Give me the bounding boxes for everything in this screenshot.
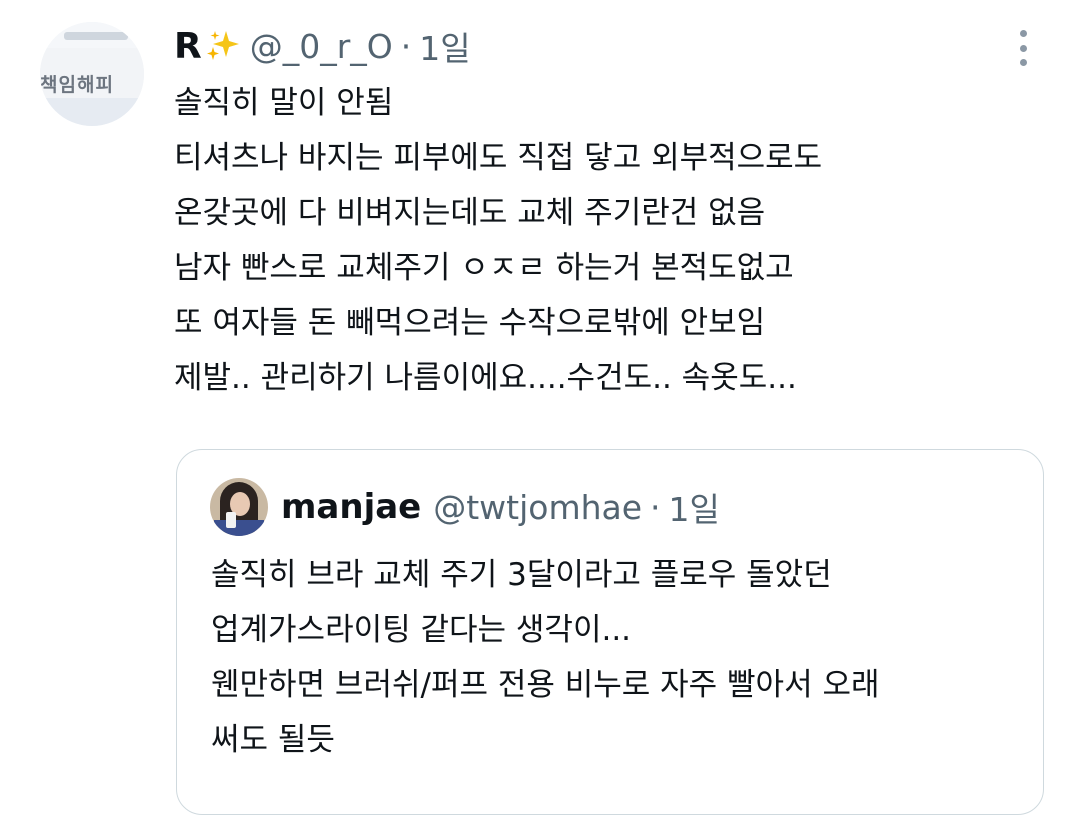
sparkles-icon [206, 31, 239, 60]
quoted-timestamp[interactable]: 1일 [669, 483, 720, 531]
separator-dot: · [400, 26, 412, 66]
quoted-tweet-card[interactable]: manjae @twtjomhae · 1일 솔직히 브라 교체 주기 3달이라… [176, 449, 1044, 815]
quoted-text-line: 솔직히 브라 교체 주기 3달이라고 플로우 돌았던 [211, 557, 832, 593]
quoted-avatar-shirt [214, 520, 264, 536]
tweet-header: R @_0_r_O · 1일 [174, 22, 471, 70]
tweet-text: 솔직히 말이 안됨 티셔츠나 바지는 피부에도 직접 닿고 외부적으로도 온갖곳… [174, 76, 1004, 406]
more-vertical-icon-dot [1019, 59, 1027, 66]
tweet-text-line: 온갖곳에 다 비벼지는데도 교체 주기란건 없음 [174, 195, 766, 231]
quoted-text-line: 업계가스라이팅 같다는 생각이... [211, 612, 632, 648]
quoted-text-line: 웬만하면 브러쉬/퍼프 전용 비누로 자주 빨아서 오래 [211, 667, 880, 703]
quoted-header: manjae @twtjomhae · 1일 [281, 484, 720, 530]
tweet-text-line: 남자 빤스로 교체주기 ㅇㅈㄹ 하는거 본적도없고 [174, 250, 794, 286]
more-vertical-icon-dot [1019, 44, 1027, 52]
tweet-text-line: 티셔츠나 바지는 피부에도 직접 닿고 외부적으로도 [174, 140, 823, 176]
tweet-text-line: 또 여자들 돈 빼먹으려는 수작으로밖에 안보임 [174, 305, 766, 341]
quoted-handle[interactable]: @twtjomhae [433, 488, 642, 527]
tweet-text-line: 솔직히 말이 안됨 [174, 85, 394, 121]
quoted-avatar-cup [226, 512, 236, 528]
quoted-text: 솔직히 브라 교체 주기 3달이라고 플로우 돌았던 업계가스라이팅 같다는 생… [211, 548, 1031, 768]
avatar[interactable]: 책임해피 [40, 22, 144, 126]
quoted-display-name[interactable]: manjae [281, 487, 421, 527]
timestamp[interactable]: 1일 [419, 22, 470, 70]
more-options-button[interactable] [1010, 28, 1036, 68]
avatar-top-text-fragment [64, 32, 128, 40]
more-vertical-icon-dot [1019, 30, 1027, 37]
quoted-text-line: 써도 될듯 [211, 722, 335, 758]
tweet-text-line: 제발.. 관리하기 나름이에요....수건도.. 속옷도... [174, 360, 797, 396]
quoted-avatar[interactable] [210, 478, 268, 536]
avatar-text: 책임해피 [40, 74, 114, 96]
avatar-bg-bottom [40, 98, 144, 126]
display-name[interactable]: R [174, 26, 202, 67]
quoted-separator-dot: · [650, 487, 661, 527]
handle[interactable]: @_0_r_O [250, 27, 393, 66]
